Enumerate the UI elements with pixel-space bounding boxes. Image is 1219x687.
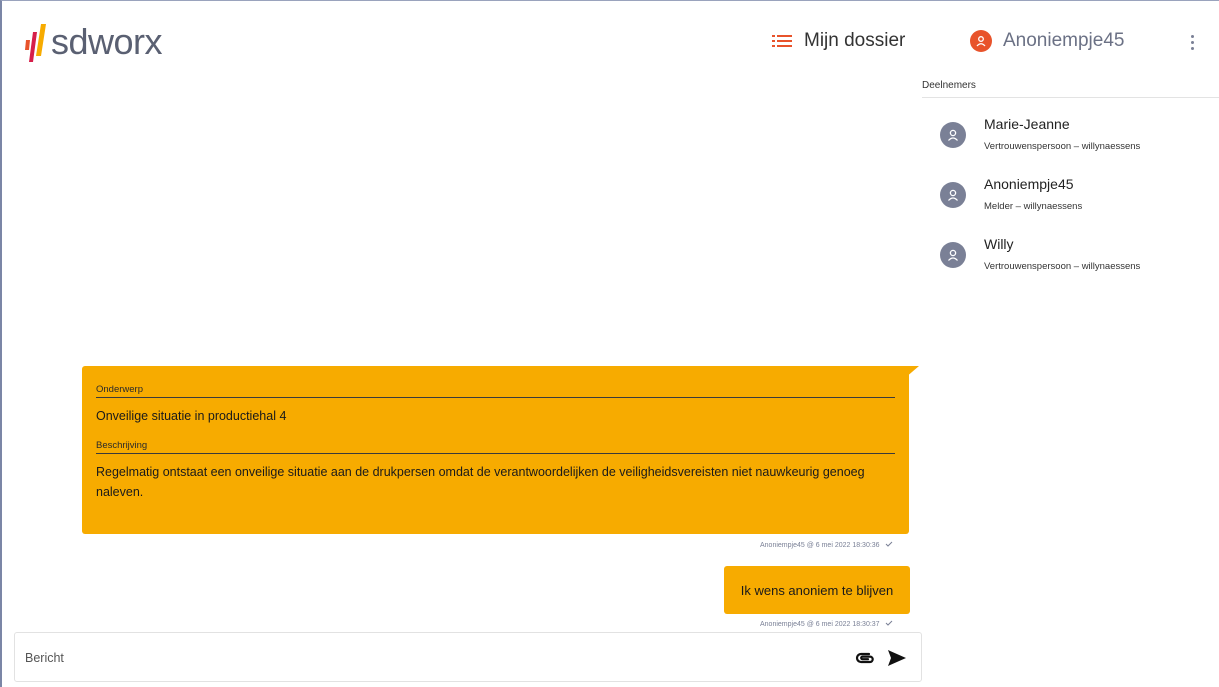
subject-field: Onderwerp Onveilige situatie in producti…	[96, 384, 895, 426]
description-field: Beschrijving Regelmatig ontstaat een onv…	[96, 440, 895, 502]
participant-name: Anoniempje45	[984, 176, 1074, 192]
message-meta: Anoniempje45 @ 6 mei 2022 18:30:36	[760, 541, 893, 549]
app-frame	[0, 0, 1219, 687]
chat-bubble-text: Ik wens anoniem te blijven	[740, 582, 894, 598]
chat-bubble: Ik wens anoniem te blijven	[724, 566, 910, 614]
paperclip-icon[interactable]	[855, 650, 875, 666]
check-icon	[885, 620, 893, 628]
username-label: Anoniempje45	[1003, 30, 1125, 51]
participant-name: Marie-Jeanne	[984, 116, 1070, 132]
subject-value: Onveilige situatie in productiehal 4	[96, 409, 287, 423]
participants-panel: Deelnemers Marie-Jeanne Vertrouwensperso…	[922, 80, 1219, 272]
participants-title: Deelnemers	[922, 80, 1219, 98]
participant-name: Willy	[984, 236, 1014, 252]
message-composer	[14, 632, 922, 682]
list-icon	[772, 34, 792, 48]
send-icon[interactable]	[887, 649, 907, 667]
user-menu-button[interactable]: Anoniempje45	[970, 30, 1124, 52]
participant-role: Melder – willynaessens	[984, 201, 1083, 212]
check-icon	[885, 541, 893, 549]
description-value: Regelmatig ontstaat een onveilige situat…	[96, 465, 865, 499]
logo-text: sdworx	[51, 21, 163, 62]
top-bar: sdworx Mijn dossier Anoniempje45	[0, 0, 1219, 82]
message-input[interactable]	[25, 647, 805, 669]
my-dossier-label: Mijn dossier	[804, 30, 906, 51]
message-timestamp: Anoniempje45 @ 6 mei 2022 18:30:37	[760, 620, 880, 628]
participant-item: Anoniempje45 Melder – willynaessens	[940, 176, 1082, 212]
subject-label: Onderwerp	[96, 384, 895, 398]
avatar-icon	[940, 242, 966, 268]
participant-role: Vertrouwenspersoon – willynaessens	[984, 141, 1141, 152]
report-message-card: Onderwerp Onveilige situatie in producti…	[82, 366, 909, 534]
avatar-icon	[940, 182, 966, 208]
sdworx-logo[interactable]: sdworx	[24, 16, 163, 62]
kebab-menu-icon[interactable]	[1184, 30, 1200, 54]
participant-role: Vertrouwenspersoon – willynaessens	[984, 261, 1141, 272]
user-icon	[970, 30, 992, 52]
participant-item: Marie-Jeanne Vertrouwenspersoon – willyn…	[940, 116, 1140, 152]
participant-item: Willy Vertrouwenspersoon – willynaessens	[940, 236, 1140, 272]
logo-mark-icon	[25, 24, 46, 62]
avatar-icon	[940, 122, 966, 148]
description-label: Beschrijving	[96, 440, 895, 454]
message-timestamp: Anoniempje45 @ 6 mei 2022 18:30:36	[760, 541, 880, 549]
my-dossier-button[interactable]: Mijn dossier	[772, 30, 905, 52]
message-meta: Anoniempje45 @ 6 mei 2022 18:30:37	[760, 620, 893, 628]
